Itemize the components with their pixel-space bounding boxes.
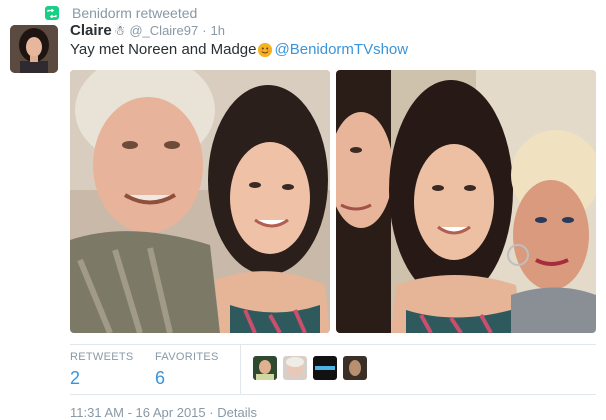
- tweet-header: Claire ☃ @_Claire97 · 1h: [70, 22, 225, 42]
- favorites-label: FAVORITES: [155, 351, 219, 363]
- separator-dot: ·: [202, 23, 207, 38]
- tweet-footer: 11:31 AM - 16 Apr 2015 · Details: [70, 405, 257, 420]
- photo-left[interactable]: [70, 70, 330, 333]
- divider: [70, 344, 596, 345]
- retweets-label: RETWEETS: [70, 351, 134, 363]
- retweets-count[interactable]: 2: [70, 368, 134, 389]
- favorites-stat[interactable]: FAVORITES 6: [155, 351, 219, 389]
- avatar[interactable]: [313, 356, 337, 380]
- retweet-context: Benidorm retweeted: [45, 4, 197, 22]
- divider: [70, 394, 596, 395]
- mention-link[interactable]: @BenidormTVshow: [275, 41, 409, 58]
- avatar[interactable]: [10, 25, 58, 73]
- tweet-timestamp: 11:31 AM - 16 Apr 2015: [70, 405, 206, 420]
- display-name[interactable]: Claire: [70, 22, 112, 39]
- photo-right[interactable]: [336, 70, 596, 333]
- avatar[interactable]: [343, 356, 367, 380]
- avatar[interactable]: [283, 356, 307, 380]
- favorites-count[interactable]: 6: [155, 368, 219, 389]
- retweet-icon: [45, 6, 59, 20]
- avatar[interactable]: [253, 356, 277, 380]
- details-link[interactable]: Details: [217, 405, 257, 420]
- tweet-text-body: Yay met Noreen and Madge: [70, 41, 257, 58]
- screen-name[interactable]: @_Claire97: [129, 23, 198, 38]
- tweet-text: Yay met Noreen and Madge @BenidormTVshow: [70, 41, 408, 58]
- snowman-icon: ☃: [113, 23, 126, 38]
- retweets-stat[interactable]: RETWEETS 2: [70, 351, 134, 389]
- separator-dot: ·: [209, 405, 214, 420]
- retweet-label[interactable]: Benidorm retweeted: [72, 5, 197, 21]
- tweet-time[interactable]: 1h: [211, 23, 225, 38]
- favorited-by-avatars: [253, 356, 373, 380]
- smiling-face-emoji-icon: [257, 42, 272, 57]
- stats-separator: [240, 344, 241, 394]
